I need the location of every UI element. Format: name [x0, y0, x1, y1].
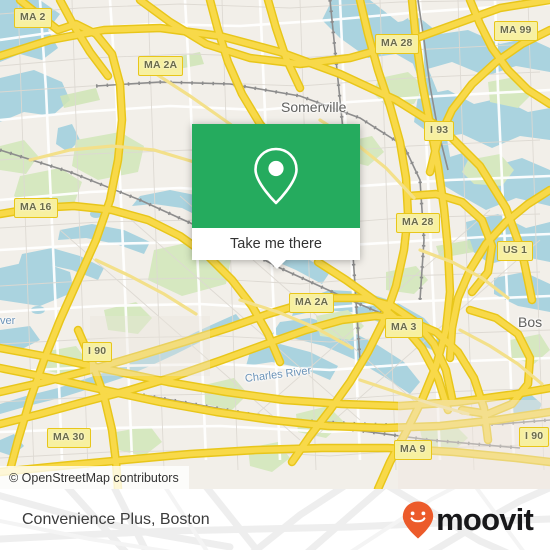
moovit-wordmark: moovit	[436, 502, 534, 537]
location-popup-card[interactable]: Take me there	[192, 124, 360, 269]
map-shield-ma-2a-center: MA 2A	[289, 293, 335, 313]
map-shield-ma-2: MA 2	[14, 8, 52, 28]
map-place-label-boston: Bos	[518, 314, 543, 330]
moovit-smiley-pin-icon	[402, 501, 434, 538]
popup-icon-panel	[192, 124, 360, 228]
moovit-brand-logo[interactable]: moovit	[401, 500, 534, 540]
map-screenshot-root: MA 2 MA 2A MA 28 MA 99 I 93 MA 16 MA 28 …	[0, 0, 550, 550]
take-me-there-label: Take me there	[230, 236, 322, 252]
map-pin-icon	[254, 147, 298, 205]
map-shield-ma-30: MA 30	[47, 428, 91, 448]
footer-bar: Convenience Plus, Boston moovit	[0, 489, 550, 550]
map-shield-ma-28-south: MA 28	[396, 213, 440, 233]
map-shield-i-90-east: I 90	[519, 427, 550, 447]
map-shield-ma-2a: MA 2A	[138, 56, 184, 76]
popup-pointer-tail	[268, 260, 286, 269]
map-canvas[interactable]: MA 2 MA 2A MA 28 MA 99 I 93 MA 16 MA 28 …	[0, 0, 550, 489]
osm-attribution-text: © OpenStreetMap contributors	[9, 470, 179, 485]
popup-action-bar[interactable]: Take me there	[192, 228, 360, 260]
map-shield-us-1: US 1	[497, 241, 534, 261]
map-shield-ma-9: MA 9	[394, 440, 432, 460]
map-shield-ma-3: MA 3	[385, 318, 423, 338]
location-title: Convenience Plus, Boston	[22, 510, 210, 528]
map-shield-ma-16: MA 16	[14, 198, 58, 218]
map-shield-i-90-west: I 90	[82, 342, 113, 362]
map-shield-ma-28-north: MA 28	[375, 34, 419, 54]
map-water-label-river-partial: ver	[0, 315, 16, 327]
map-place-label-somerville: Somerville	[281, 99, 347, 115]
map-shield-i-93: I 93	[424, 121, 455, 141]
map-shield-ma-99: MA 99	[494, 21, 538, 41]
osm-attribution[interactable]: © OpenStreetMap contributors	[0, 466, 189, 489]
